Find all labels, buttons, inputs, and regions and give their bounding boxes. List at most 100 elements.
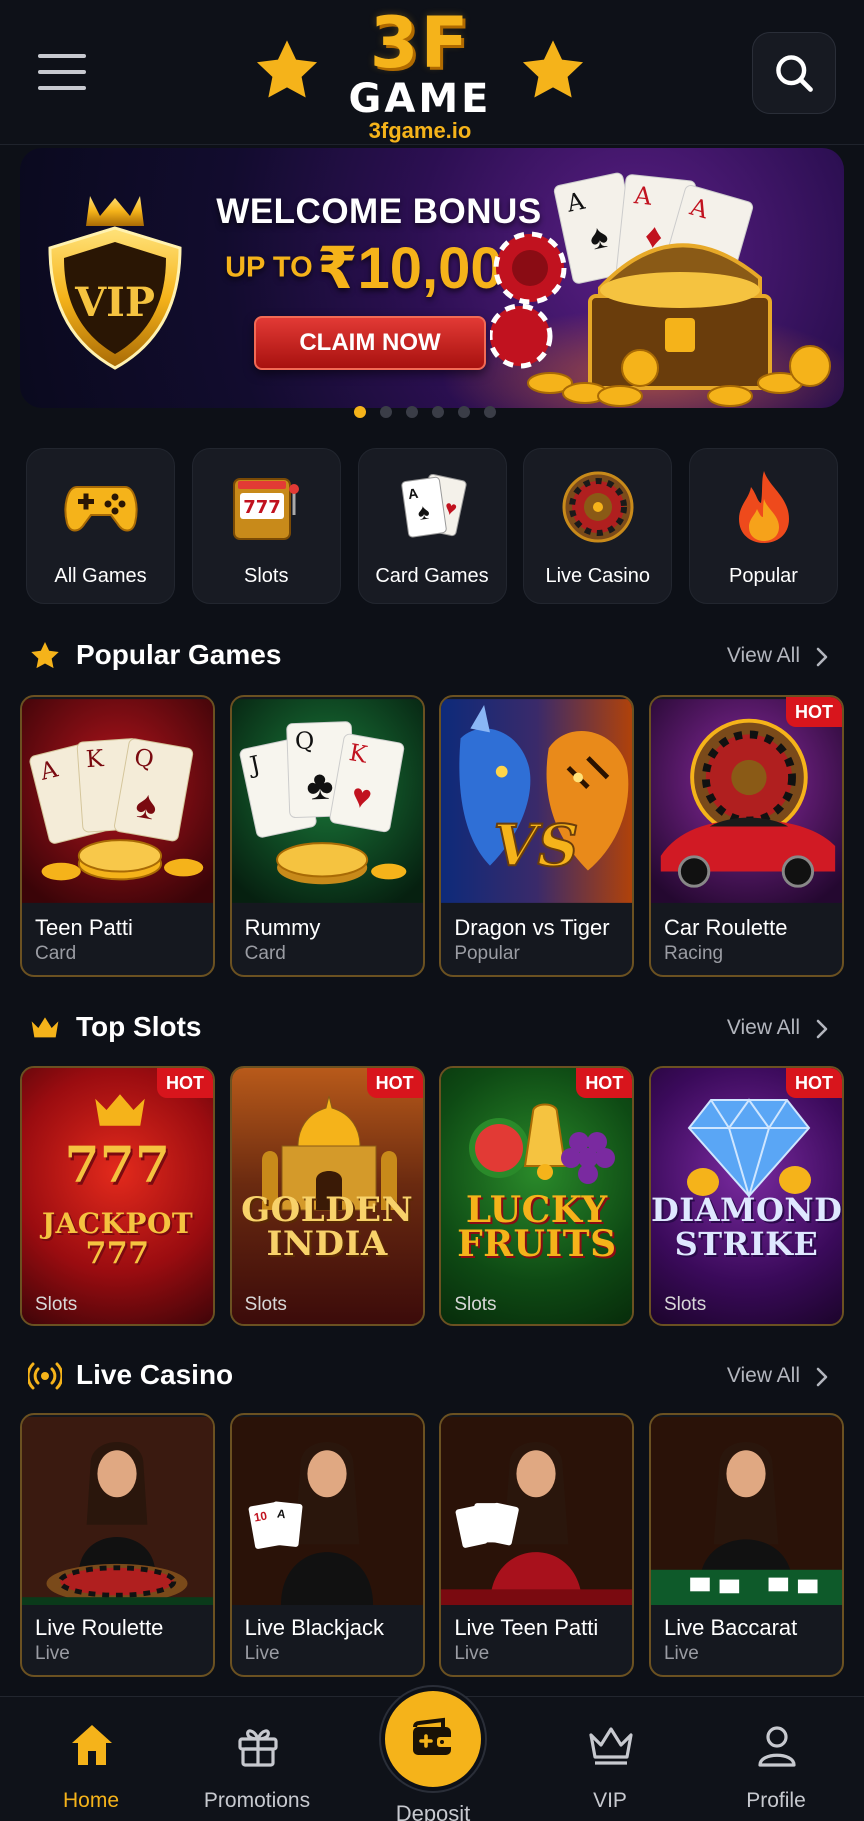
- game-card[interactable]: HOT Car Roulette Racing: [648, 695, 844, 977]
- dragon-vs-tiger-art: VS: [441, 699, 633, 903]
- category-label: Popular: [729, 565, 798, 587]
- view-all-link[interactable]: View All: [727, 1364, 800, 1388]
- slot-card[interactable]: 777 JACKPOT 777 HOT Slots: [20, 1066, 215, 1326]
- category-label: Card Games: [375, 565, 489, 587]
- category-all-games[interactable]: All Games: [26, 448, 175, 604]
- chevron-right-icon[interactable]: [812, 646, 832, 668]
- view-all-link[interactable]: View All: [727, 644, 800, 668]
- category-label: Slots: [244, 565, 289, 587]
- slot-art-number: 777: [64, 1135, 171, 1194]
- teen-patti-art: A K Q♠: [22, 699, 213, 903]
- category-bar: All Games 777 Slots ♥ A ♠ Card Games Liv…: [26, 448, 838, 604]
- playing-cards-icon: ♥ A♠: [401, 473, 467, 538]
- star-icon: [31, 642, 59, 669]
- slot-art-subtitle: 777: [85, 1236, 150, 1271]
- nav-home[interactable]: Home: [6, 1697, 176, 1821]
- crown-icon: [31, 1017, 59, 1038]
- game-category: Live: [35, 1643, 70, 1664]
- hot-badge: HOT: [366, 1068, 423, 1098]
- popular-games-header: Popular Games View All: [28, 636, 836, 676]
- live-game-card[interactable]: Live Roulette Live: [20, 1413, 215, 1677]
- live-game-card[interactable]: 10 A Live Blackjack Live: [229, 1413, 425, 1677]
- nav-vip[interactable]: VIP: [525, 1697, 695, 1821]
- game-category: Popular: [454, 943, 520, 964]
- pagination-dot[interactable]: [484, 406, 496, 418]
- game-category: Card: [35, 943, 77, 964]
- slot-art-subtitle: STRIKE: [674, 1225, 819, 1263]
- deposit-button[interactable]: [381, 1687, 485, 1791]
- game-category: Live: [454, 1643, 490, 1664]
- game-category: Card: [244, 943, 286, 964]
- pagination-dot[interactable]: [380, 406, 392, 418]
- popular-games-row: A K Q ♠ Teen Patti Card J Q ♣ K ♥ Rummy Car…: [20, 695, 844, 977]
- live-roulette-art: [22, 1416, 213, 1606]
- broadcast-icon: [28, 1362, 62, 1390]
- gift-icon: [238, 1729, 278, 1767]
- game-name: Live Roulette: [35, 1615, 164, 1640]
- category-label: Live Casino: [545, 565, 650, 587]
- live-blackjack-art: 10 A: [231, 1416, 423, 1606]
- crown-icon: [589, 1727, 633, 1765]
- game-name: Live Blackjack: [244, 1615, 385, 1640]
- bottom-navigation: Home Promotions Deposit VIP Profile: [0, 1687, 864, 1821]
- slot-card[interactable]: GOLDEN INDIA HOT Slots: [229, 1066, 425, 1326]
- slot-card[interactable]: DIAMOND STRIKE HOT Slots: [648, 1066, 844, 1326]
- section-title: Live Casino: [76, 1359, 234, 1390]
- slot-category: Slots: [663, 1294, 707, 1315]
- banner-upto: UP TO: [225, 251, 313, 284]
- view-all-link[interactable]: View All: [727, 1016, 800, 1040]
- search-button[interactable]: [752, 32, 836, 114]
- top-slots-header: Top Slots View All: [28, 1008, 836, 1048]
- game-category: Live: [244, 1643, 280, 1664]
- svg-text:K: K: [85, 744, 105, 773]
- chevron-right-icon[interactable]: [812, 1366, 832, 1388]
- app-header: 3F GAME 3fgame.io: [0, 0, 864, 145]
- svg-text:Q: Q: [294, 726, 314, 755]
- nav-profile[interactable]: Profile: [691, 1697, 861, 1821]
- category-card-games[interactable]: ♥ A ♠ Card Games: [357, 448, 507, 604]
- promo-banner[interactable]: VIP WELCOME BONUS UP TO ₹10,000 CLAIM NO…: [20, 148, 844, 408]
- star-icon: [522, 40, 584, 98]
- game-category: Live: [663, 1643, 699, 1664]
- section-title: Top Slots: [76, 1011, 202, 1042]
- game-card[interactable]: A K Q ♠ Teen Patti Card: [20, 695, 215, 977]
- svg-text:♣: ♣: [305, 762, 334, 809]
- logo-domain: 3fgame.io: [368, 118, 472, 143]
- live-baccarat-art: [650, 1416, 842, 1606]
- section-title: Popular Games: [76, 639, 282, 670]
- chevron-right-icon[interactable]: [812, 1018, 832, 1040]
- category-live-casino[interactable]: Live Casino: [523, 448, 673, 604]
- game-name: Live Baccarat: [663, 1615, 798, 1640]
- banner-pagination[interactable]: [354, 406, 504, 420]
- logo[interactable]: 3F GAME 3fgame.io: [250, 8, 590, 143]
- vip-badge-text: VIP: [74, 279, 155, 326]
- category-slots[interactable]: 777 Slots: [191, 448, 341, 604]
- game-card[interactable]: VS Dragon vs Tiger Popular: [439, 695, 635, 977]
- category-popular[interactable]: Popular: [689, 448, 838, 604]
- slot-category: Slots: [454, 1294, 497, 1315]
- pagination-dot[interactable]: [458, 406, 470, 418]
- pagination-dot[interactable]: [406, 406, 418, 418]
- slot-art-title: DIAMOND: [650, 1191, 843, 1229]
- claim-now-button[interactable]: CLAIM NOW: [254, 316, 486, 370]
- nav-promotions[interactable]: Promotions: [172, 1697, 342, 1821]
- game-name: Teen Patti: [35, 915, 133, 940]
- hot-badge: HOT: [157, 1068, 213, 1098]
- nav-label: Deposit: [395, 1801, 471, 1821]
- rummy-art: J Q♣ K♥: [231, 699, 423, 903]
- hamburger-menu-icon[interactable]: [36, 52, 88, 92]
- pagination-dot[interactable]: [354, 406, 366, 418]
- car-roulette-art: [650, 699, 842, 903]
- slot-card[interactable]: LUCKY FRUITS HOT Slots: [439, 1066, 635, 1326]
- category-label: All Games: [54, 565, 147, 587]
- hot-badge: HOT: [576, 1068, 633, 1098]
- pagination-dot[interactable]: [432, 406, 444, 418]
- slot-art-subtitle: INDIA: [266, 1224, 388, 1264]
- live-teen-patti-art: [441, 1416, 633, 1606]
- live-game-card[interactable]: Live Teen Patti Live: [439, 1413, 635, 1677]
- home-icon: [72, 1725, 112, 1765]
- nav-label: Home: [62, 1789, 120, 1812]
- fruits-icon: [469, 1103, 616, 1184]
- live-game-card[interactable]: Live Baccarat Live: [648, 1413, 844, 1677]
- game-card[interactable]: J Q ♣ K ♥ Rummy Card: [229, 695, 425, 977]
